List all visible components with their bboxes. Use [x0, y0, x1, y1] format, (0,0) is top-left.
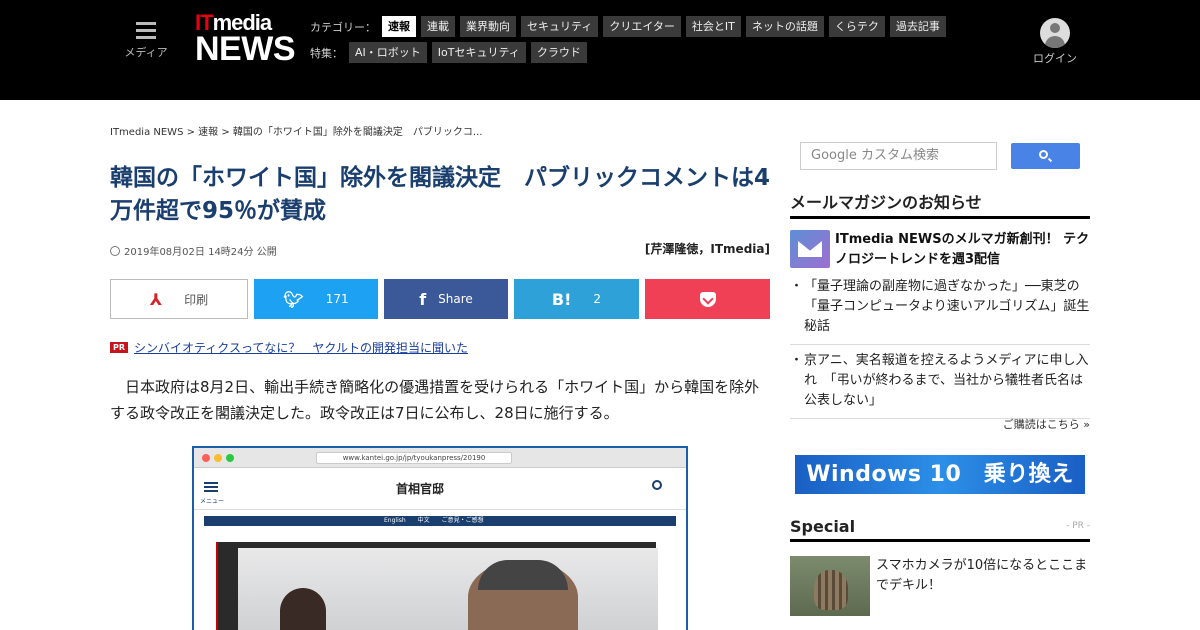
list-item[interactable]: 京アニ、実名報道を控えるようメディアに申し入れ 「弔いが終わるまで、当社から犠牲… — [790, 351, 1090, 419]
breadcrumb[interactable]: ITmedia NEWS > 速報 > 韓国の「ホワイト国」除外を閣議決定 パブ… — [110, 123, 482, 138]
category-tag-security[interactable]: セキュリティ — [521, 16, 599, 37]
list-item[interactable]: 「量子理論の副産物に過ぎなかった」──東芝の「量子コンピュータより速いアルゴリズ… — [790, 277, 1090, 345]
mail-icon — [790, 230, 830, 268]
figure-site-header: メニュー 首相官邸 — [194, 468, 686, 510]
pr-link-row: PR シンバイオティクスってなに？ ヤクルトの開発担当に聞いた — [110, 339, 468, 356]
windows10-banner[interactable]: Windows 10 乗り換えナビ — [795, 455, 1085, 526]
twitter-count: 171 — [325, 292, 349, 306]
pr-link[interactable]: シンバイオティクスってなに？ ヤクルトの開発担当に聞いた — [134, 339, 468, 356]
facebook-share-button[interactable]: f Share — [384, 279, 508, 319]
feature-tag-ai[interactable]: AI・ロボット — [349, 42, 427, 63]
category-tag-net[interactable]: ネットの話題 — [745, 16, 824, 37]
feature-nav: 特集： AI・ロボット IoTセキュリティ クラウド — [310, 42, 592, 63]
mail-feature-text: ITmedia NEWSのメルマガ新創刊！ テクノロジートレンドを週3配信 — [835, 232, 1090, 267]
category-tag-creator[interactable]: クリエイター — [603, 16, 681, 37]
hatena-icon: B! — [551, 289, 572, 309]
login-label: ログイン — [1033, 52, 1077, 65]
subscribe-link[interactable]: ご購読はこちら » — [900, 416, 1090, 432]
media-menu-button[interactable]: メディア — [122, 22, 170, 60]
clock-icon — [110, 245, 120, 256]
article-figure[interactable]: www.kantei.go.jp/jp/tyoukanpress/20190 メ… — [192, 446, 688, 630]
mail-article-list: 「量子理論の副産物に過ぎなかった」──東芝の「量子コンピュータより速いアルゴリズ… — [790, 277, 1090, 425]
category-caption: カテゴリー： — [310, 20, 376, 34]
site-search-input[interactable]: Google カスタム検索 — [800, 142, 997, 170]
pocket-button[interactable] — [645, 279, 770, 319]
pocket-icon — [699, 291, 716, 307]
category-tag-series[interactable]: 連載 — [421, 16, 455, 37]
search-icon — [1039, 150, 1048, 159]
twitter-share-button[interactable]: 🐦︎ 171 — [254, 279, 378, 319]
figure-url: www.kantei.go.jp/jp/tyoukanpress/20190 — [316, 452, 512, 464]
category-tag-breaking[interactable]: 速報 — [382, 16, 416, 37]
category-tag-kuratech[interactable]: くらテク — [828, 16, 885, 37]
special-pr-tag: - PR - — [1066, 521, 1090, 531]
category-tag-society[interactable]: 社会とIT — [685, 16, 741, 37]
media-menu-label: メディア — [124, 46, 168, 59]
special-thumbnail — [790, 556, 870, 616]
figure-menu-icon — [204, 482, 218, 492]
feature-caption: 特集： — [310, 46, 343, 60]
print-label: 印刷 — [184, 292, 209, 307]
login-button[interactable]: ログイン — [1030, 18, 1080, 66]
figure-photo — [216, 542, 658, 630]
facebook-label: Share — [438, 292, 473, 306]
article-title: 韓国の「ホワイト国」除外を閣議決定 パブリックコメントは4万件超で95％が賛成 — [110, 165, 771, 224]
special-heading-text: Special — [790, 517, 856, 536]
site-header: メディア ITmedia NEWS カテゴリー： 速報 連載 業界動向 セキュリ… — [0, 0, 1200, 100]
hatena-bookmark-button[interactable]: B! 2 — [514, 279, 639, 319]
mail-magazine-heading: メールマガジンのお知らせ — [790, 189, 1090, 219]
print-button[interactable]: ⅄ 印刷 — [110, 279, 248, 319]
twitter-icon: 🐦︎ — [283, 289, 304, 309]
figure-search-icon — [652, 480, 662, 490]
hamburger-icon — [136, 22, 156, 40]
special-item-text: スマホカメラが10倍になるとここまでデキル！ — [876, 558, 1088, 593]
article-date: 2019年08月02日 14時24分 公開 — [110, 243, 277, 258]
pr-badge: PR — [110, 342, 129, 353]
feature-tag-cloud[interactable]: クラウド — [530, 42, 587, 63]
site-logo[interactable]: ITmedia NEWS — [195, 12, 296, 68]
article-date-text: 2019年08月02日 14時24分 公開 — [124, 247, 277, 258]
logo-news: NEWS — [195, 30, 296, 68]
category-tag-archive[interactable]: 過去記事 — [889, 16, 946, 37]
figure-menu-label: メニュー — [200, 498, 225, 505]
pdf-icon: ⅄ — [149, 289, 163, 309]
category-tag-industry[interactable]: 業界動向 — [460, 16, 516, 37]
category-nav: カテゴリー： 速報 連載 業界動向 セキュリティ クリエイター 社会とIT ネッ… — [310, 16, 951, 37]
figure-nav: English 中文 ご意見・ご感想 — [204, 516, 676, 526]
article-lead: 日本政府は8月2日、輸出手続き簡略化の優遇措置を受けられる「ホワイト国」から韓国… — [110, 378, 760, 422]
figure-browser-chrome: www.kantei.go.jp/jp/tyoukanpress/20190 — [194, 448, 686, 468]
user-icon — [1040, 18, 1070, 48]
search-button[interactable] — [1011, 143, 1080, 169]
facebook-icon: f — [419, 289, 427, 309]
hatena-count: 2 — [593, 292, 602, 306]
special-heading: Special - PR - — [790, 517, 1090, 542]
figure-site-name: 首相官邸 — [396, 482, 445, 496]
article-author[interactable]: [芹澤隆徳，ITmedia] — [640, 240, 770, 257]
feature-tag-iot[interactable]: IoTセキュリティ — [431, 42, 526, 63]
